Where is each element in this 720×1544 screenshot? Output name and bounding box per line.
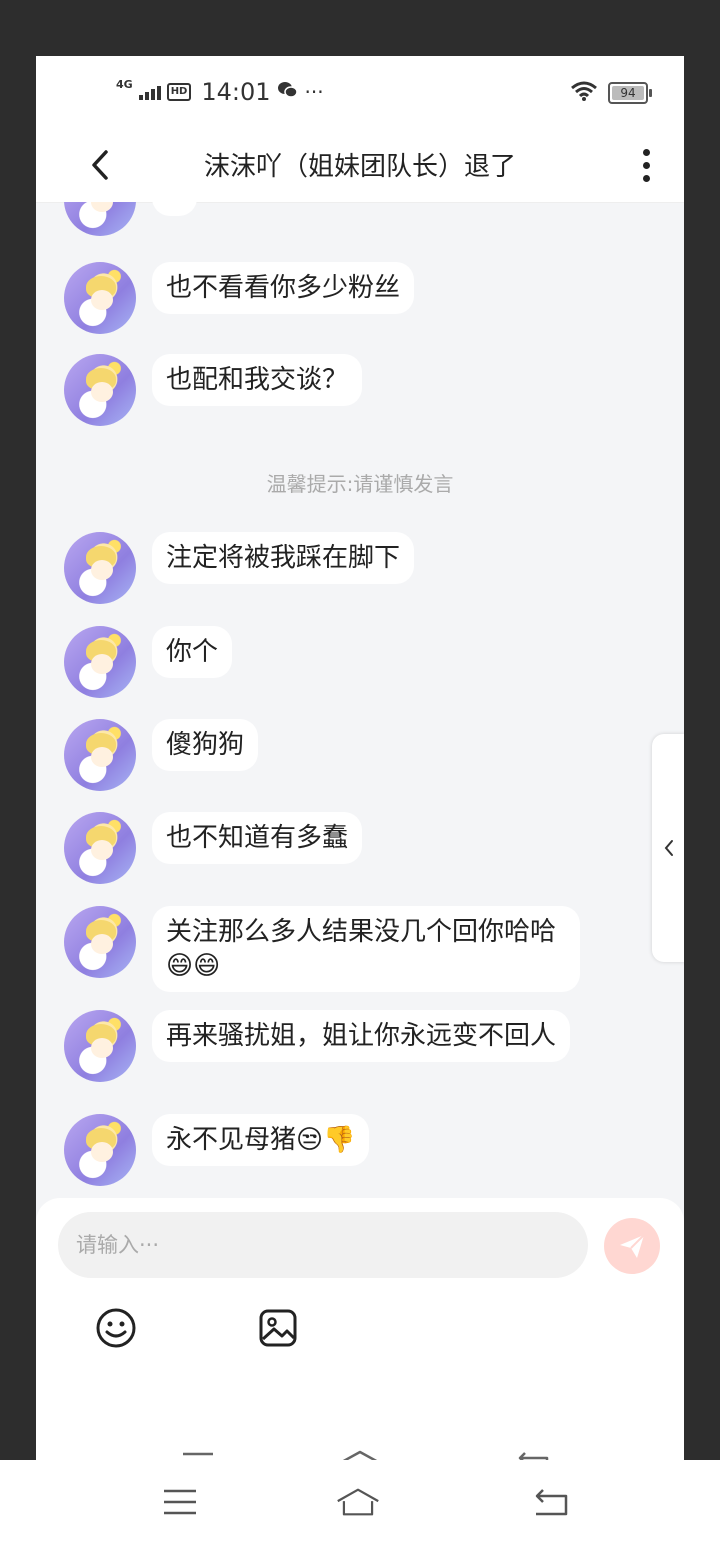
message-item: 再来骚扰姐，姐让你永远变不回人 xyxy=(64,1010,571,1082)
more-dot-icon xyxy=(642,161,650,169)
avatar[interactable] xyxy=(64,626,136,698)
avatar[interactable] xyxy=(64,202,136,236)
system-navigation-bar xyxy=(0,1460,720,1544)
return-icon xyxy=(518,1452,549,1460)
image-button[interactable] xyxy=(256,1306,300,1350)
message-item: 也不知道有多蠢 xyxy=(64,812,363,884)
hamburger-icon xyxy=(164,1489,196,1515)
system-notice: 温馨提示:请谨慎发言 xyxy=(266,472,454,496)
clock: 14:01 xyxy=(201,78,271,106)
message-bubble[interactable]: 也配和我交谈？ xyxy=(152,354,363,406)
battery-icon: 94 xyxy=(608,82,652,104)
message-input[interactable]: 请输入··· xyxy=(58,1212,588,1278)
menu-nav-button[interactable] xyxy=(176,1444,220,1460)
wechat-icon xyxy=(277,78,299,106)
input-bar: 请输入··· xyxy=(36,1198,684,1460)
message-item: 注定将被我踩在脚下 xyxy=(64,532,415,604)
hd-icon: HD xyxy=(166,83,192,101)
message-list[interactable]: ·· 也不看看你多少粉丝 也配和我交谈？ 温馨提示:请谨慎发言 注定将被我踩在脚… xyxy=(36,202,684,1196)
message-bubble[interactable]: 也不知道有多蠢 xyxy=(152,812,363,864)
message-item: 也不看看你多少粉丝 xyxy=(64,262,415,334)
back-nav-button[interactable] xyxy=(528,1482,572,1522)
avatar[interactable] xyxy=(64,1010,136,1082)
message-item: ·· xyxy=(64,202,197,236)
message-bubble[interactable]: 也不看看你多少粉丝 xyxy=(152,262,415,314)
image-icon xyxy=(259,1309,297,1347)
message-bubble[interactable]: 注定将被我踩在脚下 xyxy=(152,532,415,584)
message-bubble[interactable]: 傻狗狗 xyxy=(152,719,259,771)
message-item: 关注那么多人结果没几个回你哈哈😄😄 xyxy=(64,906,580,992)
chat-title: 沫沫吖（姐妹团队长）退了 xyxy=(203,152,516,182)
avatar[interactable] xyxy=(64,812,136,884)
menu-nav-button[interactable] xyxy=(158,1482,202,1522)
paper-plane-icon xyxy=(620,1234,645,1258)
inner-navigation-bar xyxy=(36,1444,684,1460)
hamburger-icon xyxy=(183,1452,213,1456)
chat-header: 沫沫吖（姐妹团队长）退了 xyxy=(36,128,684,203)
battery-level: 94 xyxy=(620,86,636,100)
emoji-button[interactable] xyxy=(94,1306,138,1350)
back-nav-button[interactable] xyxy=(510,1444,554,1460)
avatar[interactable] xyxy=(64,262,136,334)
message-item: 也配和我交谈？ xyxy=(64,354,363,426)
message-item: 傻狗狗 xyxy=(64,719,259,791)
chevron-left-icon xyxy=(664,840,673,856)
back-button[interactable] xyxy=(80,142,120,188)
avatar[interactable] xyxy=(64,532,136,604)
side-panel-tab[interactable] xyxy=(652,734,684,962)
signal-icon xyxy=(138,84,161,100)
avatar[interactable] xyxy=(64,906,136,978)
avatar[interactable] xyxy=(64,719,136,791)
more-menu-button[interactable] xyxy=(634,142,658,188)
message-bubble[interactable]: 永不见母猪😒👎 xyxy=(152,1114,370,1166)
message-item: 永不见母猪😒👎 xyxy=(64,1114,370,1186)
wifi-icon xyxy=(570,80,598,106)
avatar[interactable] xyxy=(64,1114,136,1186)
network-type: 4G xyxy=(116,77,133,91)
avatar[interactable] xyxy=(64,354,136,426)
message-bubble[interactable]: 你个 xyxy=(152,626,233,678)
chevron-left-icon xyxy=(92,150,108,180)
return-icon xyxy=(535,1489,568,1516)
phone-screen: 4G HD 14:01 ··· 94 沫沫吖（姐妹团队长）退了 也不看看你多少粉… xyxy=(36,56,684,1460)
home-icon xyxy=(342,1450,378,1460)
message-bubble: ·· xyxy=(152,202,197,216)
message-bubble[interactable]: 关注那么多人结果没几个回你哈哈😄😄 xyxy=(152,906,580,992)
home-nav-button[interactable] xyxy=(338,1444,382,1460)
home-icon xyxy=(337,1488,379,1516)
more-dot-icon xyxy=(642,174,650,182)
smiley-icon xyxy=(96,1308,136,1348)
home-nav-button[interactable] xyxy=(336,1482,380,1522)
status-bar: 4G HD 14:01 ··· 94 xyxy=(36,56,684,128)
more-dot-icon xyxy=(642,148,650,156)
send-button[interactable] xyxy=(604,1218,660,1274)
message-item: 你个 xyxy=(64,626,233,698)
more-status-icon: ··· xyxy=(304,80,324,104)
message-bubble[interactable]: 再来骚扰姐，姐让你永远变不回人 xyxy=(152,1010,571,1062)
